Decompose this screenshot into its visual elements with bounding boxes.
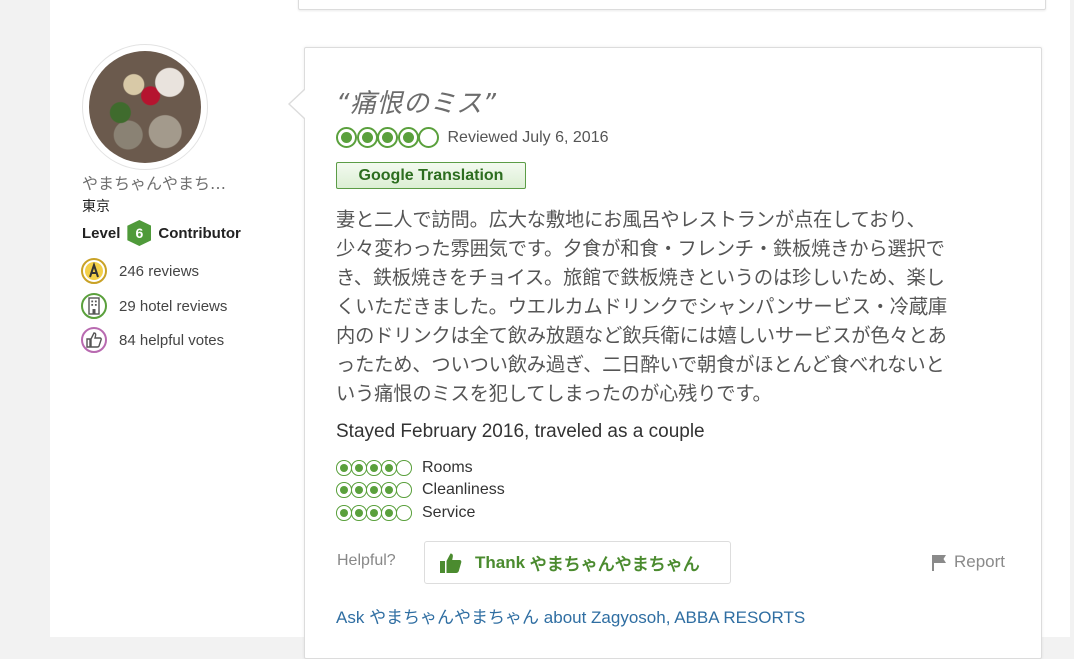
flag-icon — [930, 552, 950, 572]
stat-reviews[interactable]: 246 reviews — [81, 256, 199, 286]
stat-reviews-text: 246 reviews — [119, 262, 200, 280]
reviews-icon — [81, 258, 107, 284]
sub-rating-label: Rooms — [422, 459, 473, 476]
review-body-line: いう痛恨のミスを犯してしまったのが心残りです。 — [336, 382, 772, 405]
ask-suffix: about Zagyosoh, ABBA RESORTS — [539, 608, 806, 627]
report-label: Report — [954, 552, 1006, 571]
member-username[interactable]: やまちゃんやまち… — [82, 170, 226, 194]
previous-review-card — [298, 0, 1046, 10]
helpful-label: Helpful? — [337, 552, 396, 569]
sub-rating-cleanliness: Cleanliness — [336, 481, 505, 499]
member-level: Level 6 Contributor — [82, 220, 241, 246]
thank-prefix: Thank — [475, 552, 530, 572]
service-rating-bubbles — [336, 505, 412, 521]
review-body-line: くいただきました。ウエルカムドリンクでシャンパンサービス・冷蔵庫 — [336, 295, 947, 318]
sub-rating-rooms: Rooms — [336, 459, 473, 477]
thumbs-up-icon — [81, 327, 107, 353]
google-translation-button[interactable]: Google Translation — [336, 162, 526, 189]
level-badge: 6 — [127, 220, 152, 246]
thank-reviewer-button[interactable]: Thank やまちゃんやまちゃん — [424, 541, 731, 584]
sub-rating-service: Service — [336, 504, 475, 522]
stat-hotel-reviews-text: 29 hotel reviews — [119, 297, 228, 315]
bubble-empty-icon — [396, 482, 412, 498]
review-body-line: 内のドリンクは全て飲み放題など飲兵衛には嬉しいサービスが色々とあ — [336, 324, 947, 347]
stat-helpful-votes-text: 84 helpful votes — [119, 331, 225, 349]
review-body-line: ったため、ついつい飲み過ぎ、二日酔いで朝食がほとんど食べれないと — [336, 353, 945, 376]
member-location: 東京 — [82, 199, 110, 215]
bubble-empty-icon — [418, 127, 439, 148]
bubble-empty-icon — [396, 460, 412, 476]
ask-name: やまちゃんやまちゃん — [369, 608, 540, 628]
avatar-photo[interactable] — [89, 51, 201, 163]
bubble-filled-icon — [336, 127, 357, 148]
stayed-info: Stayed February 2016, traveled as a coup… — [336, 421, 705, 442]
stat-hotel-reviews[interactable]: 29 hotel reviews — [81, 291, 227, 321]
review-body-line: 妻と二人で訪問。広大な敷地にお風呂やレストランが点在しており、 — [336, 208, 926, 231]
bubble-empty-icon — [396, 505, 412, 521]
thank-name: やまちゃんやまちゃん — [529, 555, 700, 575]
rooms-rating-bubbles — [336, 460, 412, 476]
bubble-filled-icon — [336, 460, 352, 476]
review-rating-bubbles — [336, 127, 439, 148]
bubble-filled-icon — [381, 460, 397, 476]
level-label: Level — [82, 224, 121, 242]
bubble-filled-icon — [351, 505, 367, 521]
member-avatar[interactable] — [82, 44, 208, 170]
contributor-label: Contributor — [158, 224, 241, 242]
bubble-filled-icon — [356, 127, 378, 148]
review-body-line: き、鉄板焼きをチョイス。旅館で鉄板焼きというのは珍しいため、楽し — [336, 266, 945, 289]
reviewed-date: Reviewed July 6, 2016 — [447, 128, 609, 146]
stat-helpful-votes[interactable]: 84 helpful votes — [81, 325, 224, 355]
sub-rating-label: Cleanliness — [422, 481, 505, 498]
card-pointer-inner — [290, 89, 306, 119]
bubble-filled-icon — [366, 482, 382, 498]
bubble-filled-icon — [397, 127, 419, 148]
review-body: 妻と二人で訪問。広大な敷地にお風呂やレストランが点在しており、 少々変わった雰囲… — [336, 205, 1016, 408]
hotel-icon — [81, 293, 107, 319]
bubble-filled-icon — [336, 505, 352, 521]
cleanliness-rating-bubbles — [336, 482, 412, 498]
sub-rating-label: Service — [422, 504, 476, 521]
review-rating-row: Reviewed July 6, 2016 — [336, 127, 608, 148]
report-link[interactable]: Report — [930, 552, 1005, 572]
review-body-line: 少々変わった雰囲気です。夕食が和食・フレンチ・鉄板焼きから選択で — [336, 237, 945, 260]
ask-prefix: Ask — [336, 608, 370, 627]
bubble-filled-icon — [336, 482, 352, 498]
bubble-filled-icon — [351, 482, 367, 498]
bubble-filled-icon — [381, 482, 397, 498]
ask-reviewer-link[interactable]: Ask やまちゃんやまちゃん about Zagyosoh, ABBA RESO… — [336, 603, 805, 628]
bubble-filled-icon — [351, 460, 367, 476]
bubble-filled-icon — [381, 505, 397, 521]
bubble-filled-icon — [366, 460, 382, 476]
bubble-filled-icon — [366, 505, 382, 521]
bubble-filled-icon — [377, 127, 398, 148]
thumbs-up-icon — [439, 552, 463, 574]
review-title[interactable]: “痛恨のミス” — [336, 83, 496, 120]
